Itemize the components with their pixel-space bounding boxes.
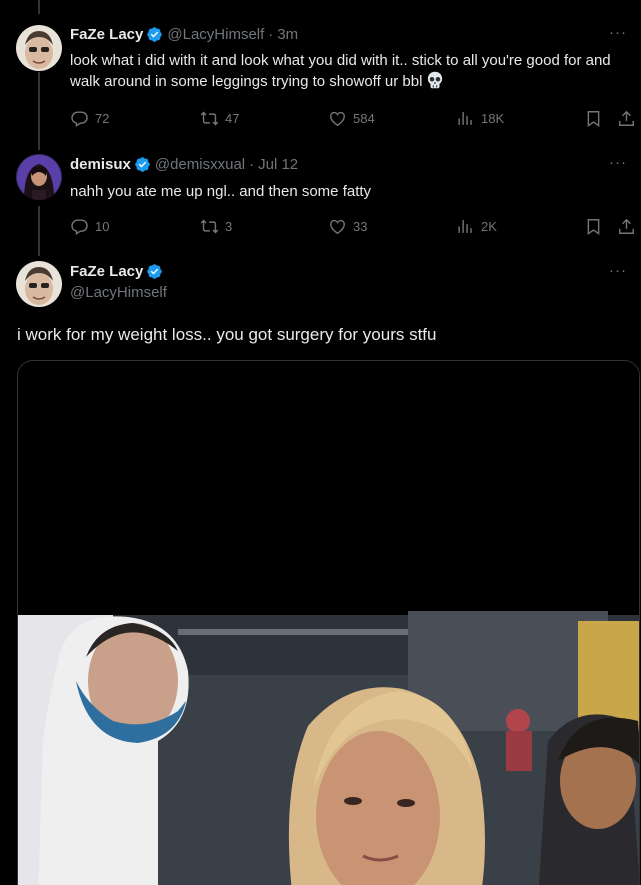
avatar-faze-lacy[interactable] [16, 261, 62, 307]
like-button[interactable]: 33 [328, 217, 367, 236]
thread-line-top [38, 0, 40, 14]
repost-count: 47 [225, 111, 240, 126]
heart-icon [330, 111, 345, 127]
tweet-text: nahh you ate me up ngl.. and then some f… [70, 183, 372, 200]
repost-button[interactable]: 3 [200, 217, 232, 236]
video-frame-image [18, 361, 639, 885]
bookmark-icon [587, 219, 600, 235]
verified-badge-icon [146, 263, 163, 280]
like-button[interactable]: 584 [328, 109, 375, 128]
author-name[interactable]: FaZe Lacy [70, 263, 143, 280]
repost-icon [200, 219, 219, 234]
repost-button[interactable]: 47 [200, 109, 239, 128]
tweet-text: look what i did with it and look what yo… [70, 50, 627, 92]
share-button[interactable] [617, 217, 636, 236]
views-icon [458, 112, 472, 125]
tweet-1[interactable]: FaZe Lacy @LacyHimself · 3m ··· look wha… [0, 20, 641, 145]
video-media[interactable] [17, 360, 640, 885]
author-handle[interactable]: @LacyHimself [70, 284, 167, 301]
author-handle[interactable]: @demisxxual [155, 156, 245, 173]
share-icon [619, 218, 634, 234]
author-name[interactable]: FaZe Lacy [70, 26, 143, 43]
bookmark-button[interactable] [584, 109, 603, 128]
more-icon[interactable]: ··· [607, 155, 629, 176]
more-icon[interactable]: ··· [607, 263, 629, 284]
like-count: 584 [353, 111, 375, 126]
like-count: 33 [353, 219, 368, 234]
repost-icon [200, 111, 219, 126]
more-icon[interactable]: ··· [607, 25, 629, 46]
reply-count: 10 [95, 219, 110, 234]
author-name[interactable]: demisux [70, 156, 131, 173]
views-count: 18K [481, 111, 505, 126]
views-button[interactable]: 18K [456, 109, 504, 128]
author-handle[interactable]: @LacyHimself [167, 26, 264, 43]
timestamp[interactable]: 3m [277, 26, 298, 43]
repost-count: 3 [225, 219, 233, 234]
skull-emoji-icon [426, 71, 444, 89]
reply-icon [71, 219, 88, 236]
tweet-2[interactable]: demisux @demisxxual · Jul 12 ··· nahh yo… [0, 152, 641, 252]
share-button[interactable] [617, 109, 636, 128]
reply-button[interactable]: 72 [70, 109, 109, 128]
heart-icon [330, 219, 345, 235]
separator-dot: · [249, 156, 255, 173]
views-count: 2K [481, 219, 497, 234]
share-icon [619, 110, 634, 126]
views-button[interactable]: 2K [456, 217, 497, 236]
verified-badge-icon [134, 156, 151, 173]
separator-dot: · [268, 26, 274, 43]
avatar-demisux[interactable] [16, 154, 62, 200]
timestamp[interactable]: Jul 12 [258, 156, 298, 173]
tweet-text-content: look what i did with it and look what yo… [70, 52, 611, 90]
bookmark-icon [587, 111, 600, 127]
avatar-faze-lacy[interactable] [16, 25, 62, 71]
verified-badge-icon [146, 26, 163, 43]
main-tweet-text: i work for my weight loss.. you got surg… [17, 325, 437, 344]
views-icon [458, 220, 472, 233]
reply-icon [71, 111, 88, 128]
reply-button[interactable]: 10 [70, 217, 109, 236]
reply-count: 72 [95, 111, 110, 126]
bookmark-button[interactable] [584, 217, 603, 236]
